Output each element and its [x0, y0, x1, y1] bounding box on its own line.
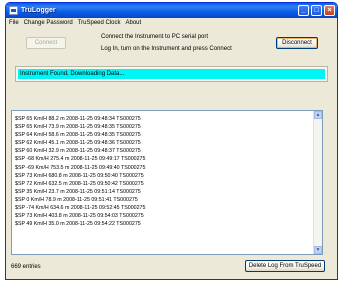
status-bar: Instrument Found, Downloading Data...: [18, 69, 325, 79]
log-line: $SP 65 Km/H 73.9 m 2008-11-25 09:48:35 T…: [15, 124, 141, 131]
log-line: $SP 0 Km/H 78.9 m 2008-11-25 09:51:41 TS…: [15, 196, 138, 203]
log-line: $SP 72 Km/H 632.5 m 2008-11-25 09:50:42 …: [15, 180, 144, 187]
menu-bar: File Change Password TruSpeed Clock Abou…: [6, 18, 337, 28]
log-line: $SP -68 Km/H 275.4 m 2008-11-25 09:49:17…: [15, 156, 146, 163]
maximize-button[interactable]: □: [311, 5, 322, 16]
log-line: $SP 73 Km/H 403.8 m 2008-11-25 09:54:03 …: [15, 213, 144, 220]
instruction-line-2: Log In, turn on the Instrument and press…: [101, 46, 232, 52]
menu-about[interactable]: About: [126, 20, 142, 26]
disconnect-button[interactable]: Disconnect: [276, 37, 318, 49]
scroll-up-icon[interactable]: ▲: [314, 111, 322, 119]
log-line: $SP 49 Km/H 35.0 m 2008-11-25 09:54:22 T…: [15, 221, 141, 228]
title-bar[interactable]: TruLogger _ □ ×: [6, 3, 337, 18]
log-textarea[interactable]: $SP 65 Km/H 88.2 m 2008-11-25 09:48:34 T…: [11, 110, 323, 255]
log-line: $SP 35 Km/H 23.7 m 2008-11-25 09:51:14 T…: [15, 188, 141, 195]
vertical-scrollbar[interactable]: ▲ ▼: [313, 111, 322, 254]
close-button[interactable]: ×: [324, 5, 335, 16]
menu-file[interactable]: File: [9, 20, 19, 26]
log-line: $SP 64 Km/H 58.6 m 2008-11-25 09:48:35 T…: [15, 132, 141, 139]
delete-log-button[interactable]: Delete Log From TruSpeed: [245, 260, 325, 272]
window-title: TruLogger: [21, 7, 56, 14]
log-line: $SP 62 Km/H 45.1 m 2008-11-25 09:48:36 T…: [15, 140, 141, 147]
log-lines: $SP 65 Km/H 88.2 m 2008-11-25 09:48:34 T…: [15, 115, 310, 228]
status-panel: Instrument Found, Downloading Data...: [15, 66, 328, 82]
log-line: $SP 60 Km/H 32.9 m 2008-11-25 09:48:37 T…: [15, 148, 141, 155]
connection-panel: Connect Connect the Instrument to PC ser…: [6, 29, 337, 62]
menu-change-password[interactable]: Change Password: [24, 20, 73, 26]
menu-truspeed-clock[interactable]: TruSpeed Clock: [78, 20, 121, 26]
log-line: $SP -74 Km/H 634.6 m 2008-11-25 09:52:45…: [15, 205, 146, 212]
scroll-down-icon[interactable]: ▼: [314, 246, 322, 254]
log-line: $SP 73 Km/H 680.8 m 2008-11-25 09:50:40 …: [15, 172, 144, 179]
log-line: $SP -69 Km/H 753.5 m 2008-11-25 09:49:40…: [15, 164, 146, 171]
footer: 669 entries Delete Log From TruSpeed: [0, 259, 343, 276]
app-icon: [9, 6, 18, 15]
connect-button[interactable]: Connect: [26, 37, 66, 49]
minimize-button[interactable]: _: [298, 5, 309, 16]
entries-count: 669 entries: [11, 264, 41, 270]
instruction-line-1: Connect the Instrument to PC serial port: [101, 34, 209, 40]
log-line: $SP 65 Km/H 88.2 m 2008-11-25 09:48:34 T…: [15, 116, 141, 122]
